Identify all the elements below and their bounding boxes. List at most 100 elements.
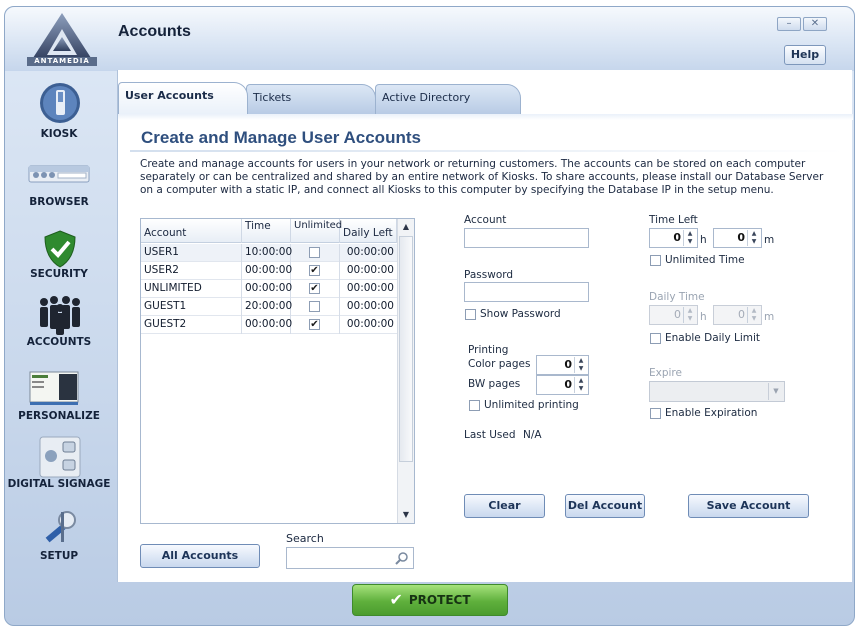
del-account-button[interactable]: Del Account [565,494,645,518]
unlimited-time-checkbox[interactable] [650,255,661,266]
sidebar-item-label: SECURITY [30,268,88,280]
password-field[interactable] [464,282,589,302]
tab-bar: User Accounts Tickets Active Directory [118,80,853,114]
expire-date-select[interactable]: ▼ [649,381,785,402]
sidebar-item-security[interactable]: SECURITY [4,226,114,284]
accounts-table[interactable]: Account Time Unlimited Daily Left USER1 1… [140,218,415,524]
column-header-time[interactable]: Time [242,219,291,243]
daily-left-cell: 00:00:00 [346,282,394,294]
time-cell: 00:00:00 [242,316,292,334]
unlimited-checkbox[interactable] [309,247,320,258]
color-pages-value: 0 [564,358,572,371]
daily-time-hours-stepper[interactable]: 0 ▲ ▼ [649,305,698,325]
enable-expiration-label: Enable Expiration [665,407,758,419]
enable-expiration-checkbox[interactable] [650,408,661,419]
last-used-value: N/A [523,429,542,441]
spin-arrows-icon[interactable]: ▲ ▼ [683,230,696,246]
spin-arrows-icon[interactable]: ▲ ▼ [574,357,587,373]
help-button[interactable]: Help [784,45,826,65]
tab-user-accounts[interactable]: User Accounts [118,82,248,114]
unlimited-checkbox[interactable]: ✔ [309,319,320,330]
unlimited-cell [291,298,340,316]
table-header: Account Time Unlimited Daily Left [141,219,397,243]
time-left-hours-stepper[interactable]: 0 ▲ ▼ [649,228,698,248]
time-left-minutes-stepper[interactable]: 0 ▲ ▼ [713,228,762,248]
account-cell: UNLIMITED [141,280,242,298]
column-header-unlimited[interactable]: Unlimited [291,219,342,243]
setup-icon [45,511,76,543]
time-cell: 20:00:00 [242,298,292,316]
table-row[interactable]: USER1 10:00:00 00:00:00 [141,244,397,262]
all-accounts-button[interactable]: All Accounts [140,544,260,568]
scroll-up-arrow-icon[interactable]: ▲ [398,219,414,235]
expire-label: Expire [649,367,682,379]
color-pages-stepper[interactable]: 0 ▲ ▼ [536,355,589,375]
table-row[interactable]: GUEST2 00:00:00 ✔ 00:00:00 [141,316,397,334]
daily-left-cell: 00:00:00 [346,300,394,312]
enable-daily-limit-checkbox[interactable] [650,333,661,344]
table-row[interactable]: UNLIMITED 00:00:00 ✔ 00:00:00 [141,280,397,298]
unlimited-cell [291,244,340,262]
sidebar: KIOSK BROWSER SECURITY ACCOUNTS PERSONAL… [4,72,114,580]
hours-unit-label: h [700,311,707,323]
unlimited-checkbox[interactable] [309,301,320,312]
sidebar-item-kiosk[interactable]: KIOSK [4,80,114,144]
close-button[interactable]: ✕ [803,17,827,31]
spin-arrows-icon[interactable]: ▲ ▼ [683,307,696,323]
table-row[interactable]: GUEST1 20:00:00 00:00:00 [141,298,397,316]
account-input[interactable] [465,229,588,247]
spin-arrows-icon[interactable]: ▲ ▼ [747,230,760,246]
minimize-button[interactable]: – [777,17,801,31]
scrollbar-thumb[interactable] [399,236,413,462]
account-field[interactable] [464,228,589,248]
clear-button[interactable]: Clear [464,494,545,518]
sidebar-item-label: SETUP [39,550,79,562]
heading-divider [130,150,845,152]
daily-left-cell: 00:00:00 [346,264,394,276]
unlimited-checkbox[interactable]: ✔ [309,265,320,276]
save-account-button[interactable]: Save Account [688,494,809,518]
app-title-reflection: Accounts [118,29,191,37]
table-row[interactable]: USER2 00:00:00 ✔ 00:00:00 [141,262,397,280]
tab-active-directory[interactable]: Active Directory [375,84,521,114]
unlimited-cell: ✔ [291,316,340,334]
daily-time-minutes-stepper[interactable]: 0 ▲ ▼ [713,305,762,325]
kiosk-icon [40,83,80,123]
column-header-daily-left[interactable]: Daily Left [340,219,397,243]
unlimited-printing-label: Unlimited printing [484,399,579,411]
scroll-down-arrow-icon[interactable]: ▼ [398,507,414,523]
title-bar: ANTAMEDIA Accounts Accounts – ✕ Help [5,7,854,71]
unlimited-time-label: Unlimited Time [665,254,745,266]
logo-text: ANTAMEDIA [27,57,97,66]
sidebar-item-browser[interactable]: BROWSER [4,158,114,214]
protect-button[interactable]: ✔ PROTECT [352,584,508,616]
daily-left-cell: 00:00:00 [346,246,394,258]
minutes-unit-label: m [764,234,775,246]
show-password-checkbox[interactable] [465,309,476,320]
search-input[interactable] [289,550,395,566]
unlimited-printing-checkbox[interactable] [469,400,480,411]
unlimited-checkbox[interactable]: ✔ [309,283,320,294]
sidebar-item-accounts[interactable]: ACCOUNTS [4,292,114,352]
page-description: Create and manage accounts for users in … [140,158,824,196]
sidebar-item-digital-signage[interactable]: DIGITAL SIGNAGE [4,436,114,496]
tab-strip [118,114,853,120]
search-field[interactable] [286,547,414,569]
table-scrollbar[interactable]: ▲ ▼ [397,219,414,523]
sidebar-item-personalize[interactable]: PERSONALIZE [4,368,114,426]
password-input[interactable] [465,283,588,301]
minutes-unit-label: m [764,311,775,323]
time-left-hours-value: 0 [673,231,681,244]
spin-arrows-icon[interactable]: ▲ ▼ [747,307,760,323]
sidebar-item-setup[interactable]: SETUP [4,508,114,568]
bw-pages-stepper[interactable]: 0 ▲ ▼ [536,375,589,395]
account-cell: GUEST1 [141,298,242,316]
content-panel: User Accounts Tickets Active Directory C… [117,70,853,582]
chevron-down-icon[interactable]: ▼ [768,383,783,400]
tab-tickets[interactable]: Tickets [246,84,376,114]
digital-signage-icon [39,436,81,478]
column-header-account[interactable]: Account [141,219,242,243]
search-icon[interactable] [395,551,409,565]
hours-unit-label: h [700,234,707,246]
spin-arrows-icon[interactable]: ▲ ▼ [574,377,587,393]
